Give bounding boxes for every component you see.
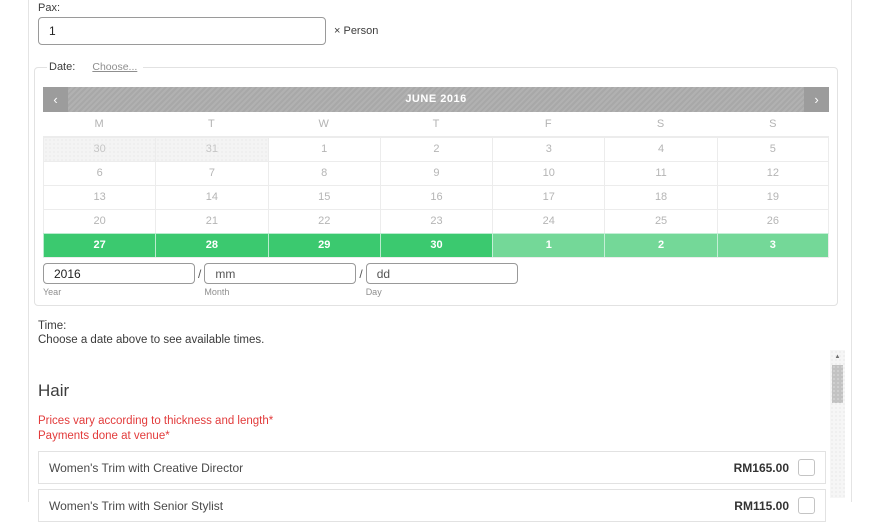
service-price: RM165.00 — [734, 461, 789, 475]
calendar-day-header: T — [155, 112, 267, 137]
month-input[interactable] — [204, 263, 356, 284]
calendar-day-cell[interactable]: 29 — [268, 233, 380, 257]
pax-label: Pax: — [38, 2, 826, 14]
month-field-group: Month — [204, 263, 356, 297]
service-list: Women's Trim with Creative DirectorRM165… — [38, 451, 826, 522]
calendar-day-cell[interactable]: 7 — [155, 161, 267, 185]
scroll-up-icon[interactable]: ▲ — [830, 350, 845, 363]
calendar-day-cell[interactable]: 26 — [717, 209, 829, 233]
service-name: Women's Trim with Creative Director — [49, 461, 734, 475]
calendar-month-title: JUNE 2016 — [68, 87, 804, 112]
calendar-day-cell[interactable]: 31 — [155, 137, 267, 161]
service-notes: Prices vary according to thickness and l… — [38, 414, 826, 444]
calendar-week-row: 13141516171819 — [43, 185, 829, 209]
scrollbar-thumb[interactable] — [832, 365, 843, 403]
date-separator: / — [356, 263, 365, 297]
calendar-day-cell[interactable]: 11 — [604, 161, 716, 185]
service-note-line: Prices vary according to thickness and l… — [38, 414, 826, 429]
time-label: Time: — [38, 320, 826, 334]
date-separator: / — [195, 263, 204, 297]
calendar-day-cell[interactable]: 8 — [268, 161, 380, 185]
service-checkbox[interactable] — [798, 459, 815, 476]
calendar-day-cell[interactable]: 9 — [380, 161, 492, 185]
calendar-header-bar: ‹ JUNE 2016 › — [43, 87, 829, 112]
day-field-label: Day — [366, 287, 518, 297]
service-category-heading: Hair — [38, 381, 826, 400]
calendar-day-cell[interactable]: 3 — [492, 137, 604, 161]
calendar-day-cell[interactable]: 28 — [155, 233, 267, 257]
calendar-day-cell[interactable]: 16 — [380, 185, 492, 209]
day-field-group: Day — [366, 263, 518, 297]
calendar-day-header: W — [268, 112, 380, 137]
calendar-grid: 3031123456789101112131415161718192021222… — [43, 137, 829, 258]
calendar-day-cell[interactable]: 15 — [268, 185, 380, 209]
calendar-day-cell[interactable]: 4 — [604, 137, 716, 161]
calendar-day-cell[interactable]: 6 — [43, 161, 155, 185]
calendar-day-cell[interactable]: 24 — [492, 209, 604, 233]
service-price: RM115.00 — [734, 499, 789, 513]
vertical-scrollbar[interactable]: ▲ — [830, 350, 845, 498]
calendar-day-cell[interactable]: 21 — [155, 209, 267, 233]
chevron-right-icon[interactable]: › — [804, 87, 829, 112]
calendar-day-header: S — [604, 112, 716, 137]
calendar: ‹ JUNE 2016 › MTWTFSS 303112345678910111… — [43, 87, 829, 258]
booking-form: Pax: × Person Date: Choose... ‹ JUNE 201… — [0, 0, 826, 522]
date-choose-link[interactable]: Choose... — [92, 61, 137, 73]
calendar-day-header: F — [492, 112, 604, 137]
pax-suffix-label: × Person — [334, 25, 378, 37]
calendar-day-cell[interactable]: 25 — [604, 209, 716, 233]
pax-row: × Person — [38, 17, 826, 45]
date-manual-inputs: Year / Month / Day — [43, 263, 829, 297]
calendar-day-header: T — [380, 112, 492, 137]
calendar-week-row: 303112345 — [43, 137, 829, 161]
calendar-week-row: 20212223242526 — [43, 209, 829, 233]
calendar-day-cell[interactable]: 20 — [43, 209, 155, 233]
calendar-day-header-row: MTWTFSS — [43, 112, 829, 137]
service-item-row: Women's Trim with Senior StylistRM115.00 — [38, 489, 826, 522]
calendar-day-cell[interactable]: 18 — [604, 185, 716, 209]
calendar-day-cell[interactable]: 10 — [492, 161, 604, 185]
time-section: Time: Choose a date above to see availab… — [38, 320, 826, 347]
calendar-day-cell[interactable]: 14 — [155, 185, 267, 209]
calendar-day-cell[interactable]: 5 — [717, 137, 829, 161]
day-input[interactable] — [366, 263, 518, 284]
service-note-line: Payments done at venue* — [38, 429, 826, 444]
calendar-day-header: S — [717, 112, 829, 137]
calendar-day-cell[interactable]: 22 — [268, 209, 380, 233]
calendar-day-cell[interactable]: 30 — [380, 233, 492, 257]
pax-input[interactable] — [38, 17, 326, 45]
year-input[interactable] — [43, 263, 195, 284]
calendar-day-cell[interactable]: 17 — [492, 185, 604, 209]
calendar-day-cell[interactable]: 12 — [717, 161, 829, 185]
year-field-label: Year — [43, 287, 195, 297]
service-checkbox[interactable] — [798, 497, 815, 514]
calendar-day-cell[interactable]: 19 — [717, 185, 829, 209]
calendar-day-cell[interactable]: 27 — [43, 233, 155, 257]
calendar-day-cell[interactable]: 1 — [492, 233, 604, 257]
date-section: Date: Choose... ‹ JUNE 2016 › MTWTFSS 30… — [34, 61, 838, 306]
date-legend-label: Date: — [49, 61, 75, 73]
time-message: Choose a date above to see available tim… — [38, 334, 826, 348]
calendar-week-row: 6789101112 — [43, 161, 829, 185]
calendar-day-cell[interactable]: 1 — [268, 137, 380, 161]
calendar-day-cell[interactable]: 30 — [43, 137, 155, 161]
date-legend: Date: Choose... — [47, 61, 143, 73]
calendar-week-row: 27282930123 — [43, 233, 829, 257]
chevron-left-icon[interactable]: ‹ — [43, 87, 68, 112]
month-field-label: Month — [204, 287, 356, 297]
calendar-day-cell[interactable]: 2 — [604, 233, 716, 257]
year-field-group: Year — [43, 263, 195, 297]
service-item-row: Women's Trim with Creative DirectorRM165… — [38, 451, 826, 484]
calendar-day-cell[interactable]: 23 — [380, 209, 492, 233]
service-name: Women's Trim with Senior Stylist — [49, 499, 734, 513]
calendar-day-cell[interactable]: 3 — [717, 233, 829, 257]
calendar-day-cell[interactable]: 2 — [380, 137, 492, 161]
calendar-day-header: M — [43, 112, 155, 137]
calendar-day-cell[interactable]: 13 — [43, 185, 155, 209]
